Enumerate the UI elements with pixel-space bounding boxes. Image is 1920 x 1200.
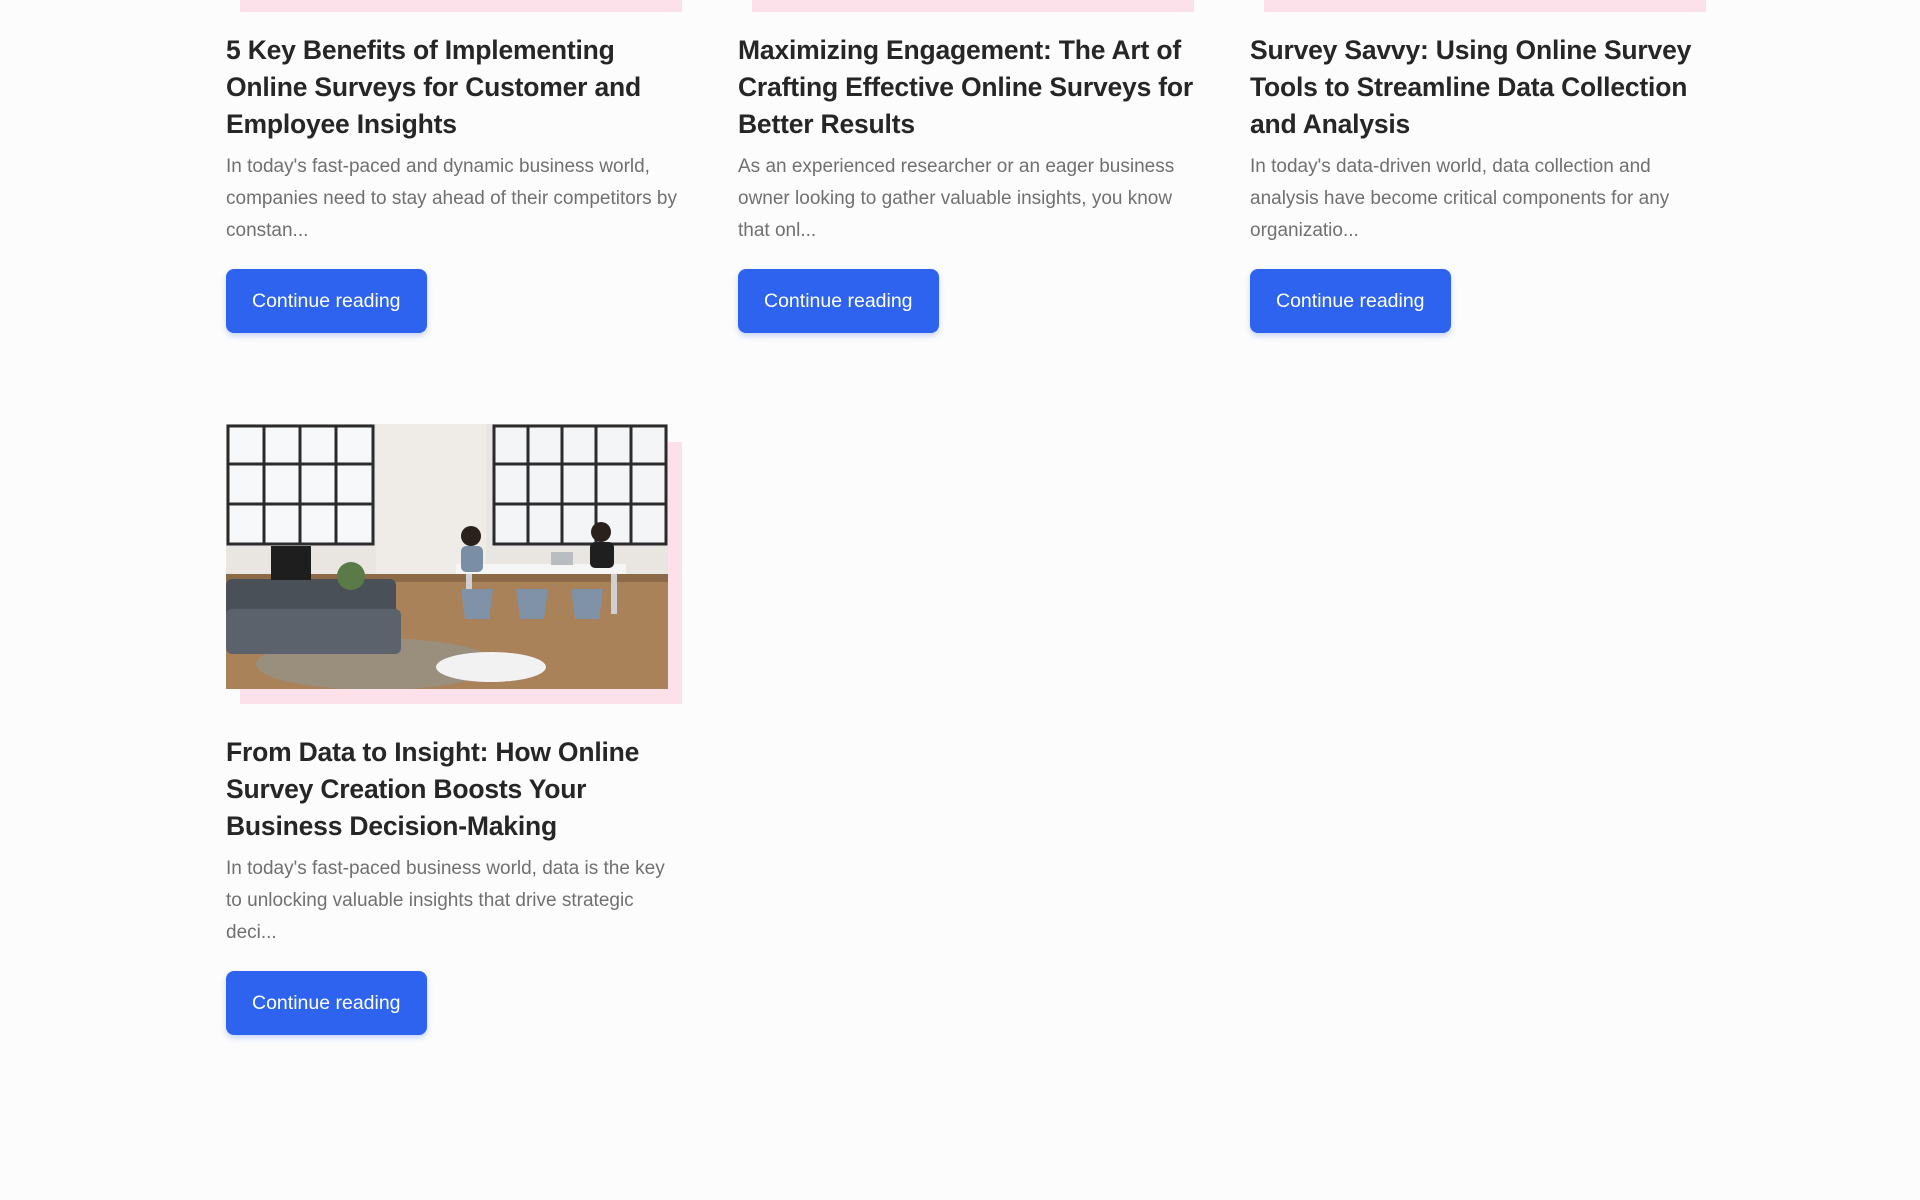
post-card-body: Maximizing Engagement: The Art of Crafti… (738, 0, 1194, 333)
blog-post-grid: 5 Key Benefits of Implementing Online Su… (0, 0, 1920, 1200)
post-excerpt: In today's data-driven world, data colle… (1250, 156, 1670, 241)
post-title[interactable]: Maximizing Engagement: The Art of Crafti… (738, 32, 1194, 143)
continue-reading-button[interactable]: Continue reading (1250, 269, 1451, 333)
post-image-container[interactable] (226, 424, 682, 704)
post-title[interactable]: 5 Key Benefits of Implementing Online Su… (226, 32, 682, 143)
post-excerpt: In today's fast-paced business world, da… (226, 858, 665, 943)
card-image-bottom-decoration (240, 0, 682, 12)
continue-reading-button[interactable]: Continue reading (226, 269, 427, 333)
post-excerpt: As an experienced researcher or an eager… (738, 156, 1175, 241)
post-excerpt: In today's fast-paced and dynamic busine… (226, 156, 677, 241)
post-card: 5 Key Benefits of Implementing Online Su… (226, 0, 682, 333)
post-card: Maximizing Engagement: The Art of Crafti… (738, 0, 1194, 333)
card-image-bottom-decoration (1264, 0, 1706, 12)
post-card-body: From Data to Insight: How Online Survey … (226, 704, 682, 1035)
office-photo[interactable] (226, 424, 668, 689)
post-card-body: 5 Key Benefits of Implementing Online Su… (226, 0, 682, 333)
card-image-bottom-decoration (752, 0, 1194, 12)
continue-reading-button[interactable]: Continue reading (738, 269, 939, 333)
post-card: Survey Savvy: Using Online Survey Tools … (1250, 0, 1706, 333)
post-title[interactable]: Survey Savvy: Using Online Survey Tools … (1250, 32, 1706, 143)
post-card: From Data to Insight: How Online Survey … (226, 424, 682, 1035)
post-card-body: Survey Savvy: Using Online Survey Tools … (1250, 0, 1706, 333)
post-title[interactable]: From Data to Insight: How Online Survey … (226, 734, 682, 845)
continue-reading-button[interactable]: Continue reading (226, 971, 427, 1035)
